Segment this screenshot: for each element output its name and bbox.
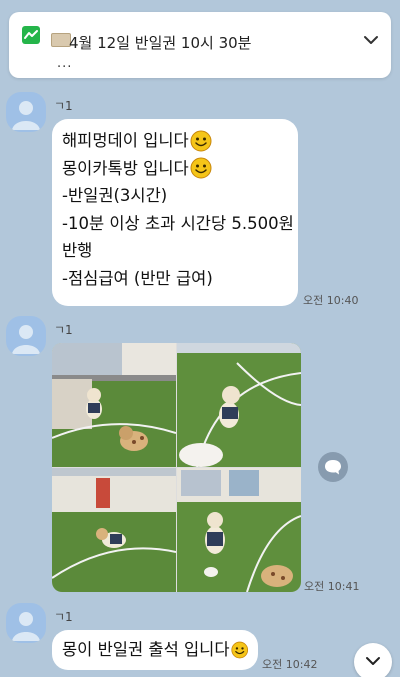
message-line: 몽이카톡방 입니다 (62, 158, 189, 178)
message-time: 오전 10:40 (303, 294, 359, 307)
smile-emoji-icon (230, 641, 248, 659)
default-profile-icon (12, 325, 40, 354)
default-profile-icon (12, 612, 40, 641)
share-icon (325, 460, 341, 475)
sender-name: ㄱ1 (54, 99, 73, 113)
message-time: 오전 10:42 (262, 658, 318, 671)
message-time: 오전 10:41 (304, 580, 360, 593)
dog-photo-image (52, 343, 176, 467)
message-line: -점심급여 (반만 급여) (62, 268, 213, 288)
default-profile-icon (12, 101, 40, 130)
message-line: 해피멍데이 입니다 (62, 131, 189, 150)
scroll-to-bottom-button[interactable] (354, 643, 392, 677)
avatar[interactable] (6, 603, 46, 643)
photo-grid[interactable] (52, 343, 301, 592)
chevron-down-icon (366, 657, 380, 665)
notice-thumbnail (51, 33, 71, 47)
sender-name: ㄱ1 (54, 323, 73, 337)
smile-emoji-icon (190, 157, 212, 179)
message-line: -반일권(3시간) (62, 186, 168, 205)
photo-thumbnail[interactable] (52, 468, 176, 592)
notice-more-text: ... (57, 56, 73, 71)
photo-thumbnail[interactable] (52, 343, 176, 467)
smile-emoji-icon (190, 130, 212, 152)
message-line: -10분 이상 초과 시간당 5.500원 (62, 213, 294, 233)
notice-banner[interactable]: 4월 12일 반일권 10시 30분 ... (9, 12, 391, 78)
notice-graph-icon (22, 26, 40, 44)
photo-thumbnail[interactable] (177, 343, 301, 467)
sender-name: ㄱ1 (54, 610, 73, 624)
notice-title: 4월 12일 반일권 10시 30분 (69, 34, 252, 52)
message-line: 반행 (62, 241, 93, 260)
avatar[interactable] (6, 316, 46, 356)
message-line: 몽이 반일권 출석 입니다 (62, 640, 230, 659)
avatar[interactable] (6, 92, 46, 132)
photo-thumbnail[interactable] (177, 468, 301, 592)
dog-photo-image (177, 468, 301, 592)
message-bubble[interactable]: 해피멍데이 입니다 몽이카톡방 입니다 -반일권(3시간) -10분 이상 초과… (52, 119, 298, 306)
message-bubble[interactable]: 몽이 반일권 출석 입니다 (52, 630, 258, 670)
dog-photo-image (177, 343, 301, 467)
dog-photo-image (52, 468, 176, 592)
chevron-down-icon[interactable] (363, 34, 379, 46)
share-button[interactable] (318, 452, 348, 482)
